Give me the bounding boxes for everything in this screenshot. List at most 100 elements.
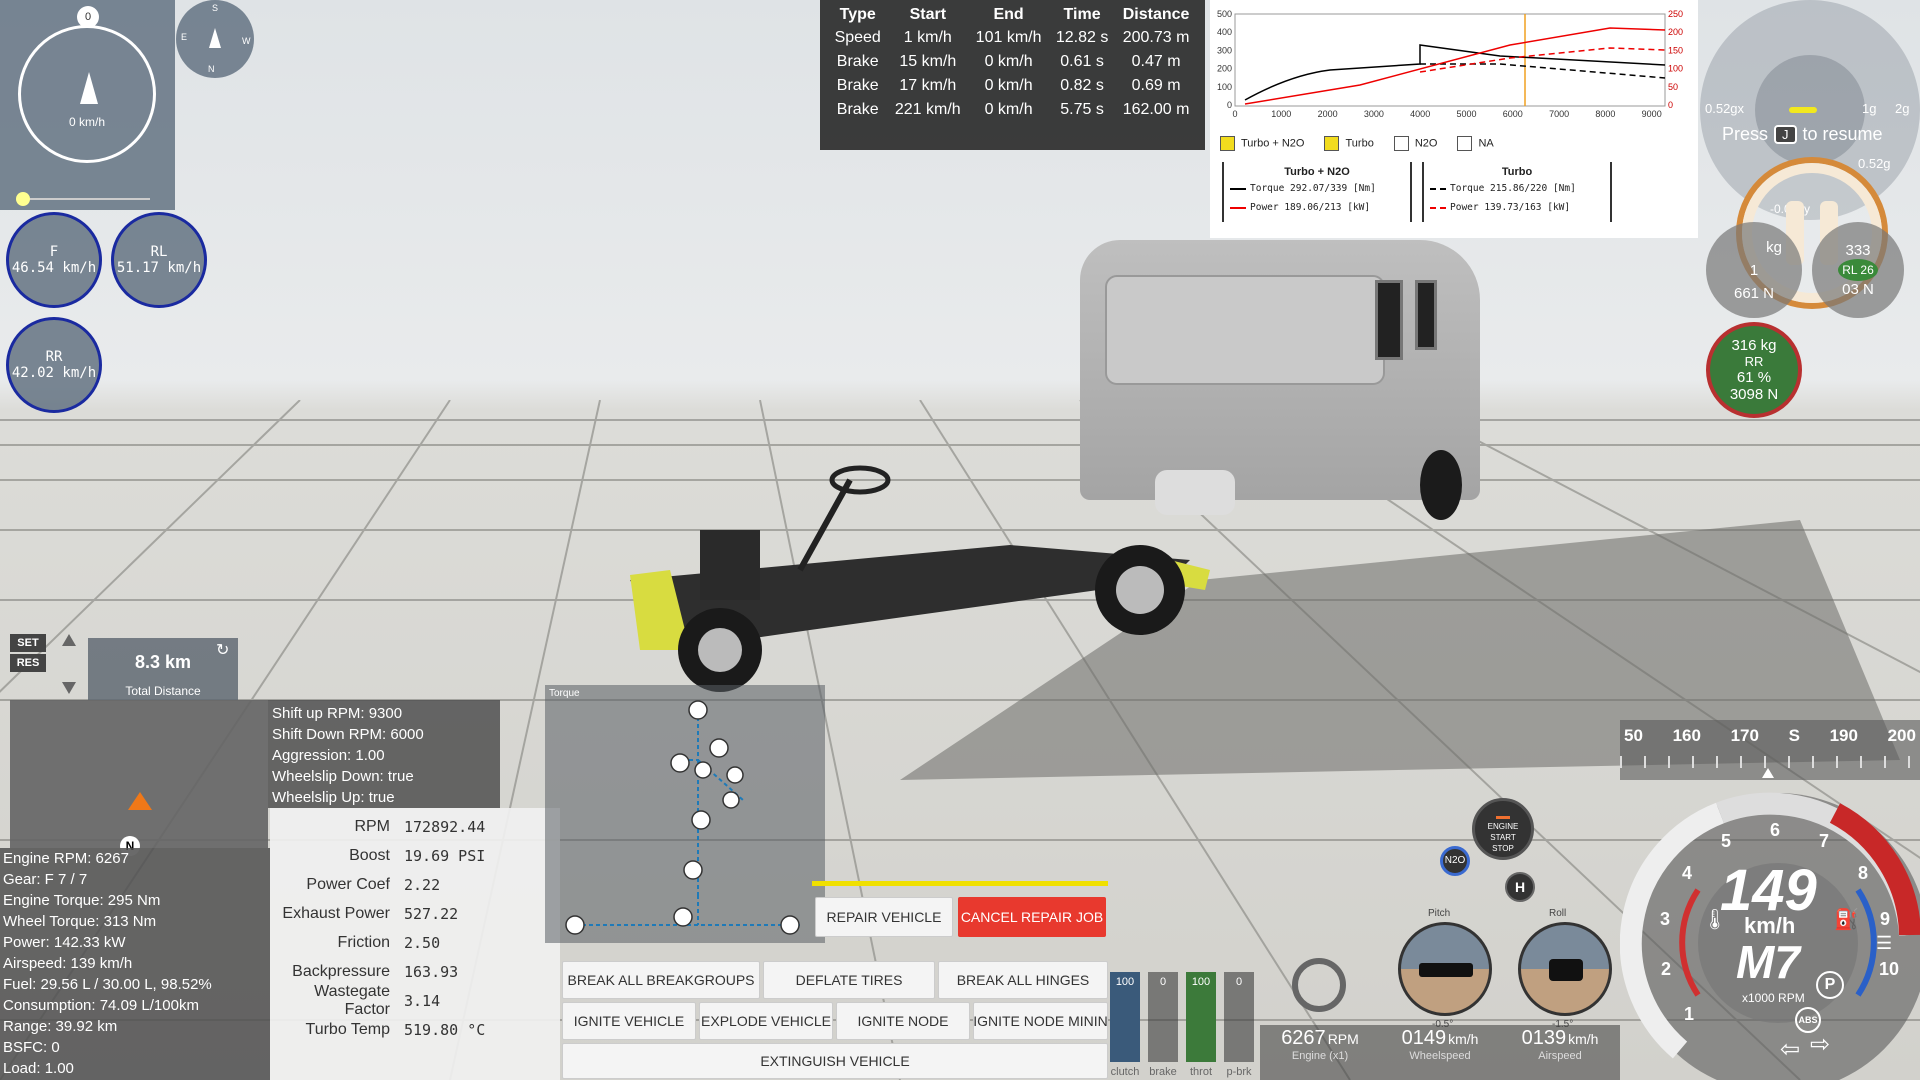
pickup-pitch-icon bbox=[1419, 963, 1473, 977]
pedal-inputs: 100 clutch 0 brake 100 throt 0 p-brk bbox=[1110, 972, 1260, 1080]
engine-start-stop-button[interactable]: ENGINE START STOP bbox=[1472, 798, 1534, 860]
graph-filter-checkbox[interactable]: N2O bbox=[1393, 136, 1437, 151]
stats-cell: Brake bbox=[836, 101, 879, 118]
stats-cell: 15 km/h bbox=[899, 53, 957, 70]
checkbox-label: NA bbox=[1478, 137, 1494, 150]
turbo-stat-key: Backpressure bbox=[292, 962, 390, 980]
checkbox-icon[interactable] bbox=[1324, 136, 1340, 151]
powertrain-diagram bbox=[565, 700, 800, 935]
turbo-stat-value: 163.93 bbox=[404, 962, 459, 981]
checkbox-icon[interactable] bbox=[1220, 136, 1235, 151]
legend-line-icon bbox=[1230, 206, 1246, 209]
graph-tick-label: 250 bbox=[1668, 9, 1683, 19]
ignite-node-min-button[interactable]: IGNITE NODE MININ bbox=[973, 1002, 1108, 1040]
legend-power-row: Power 139.73/163 [kW] bbox=[1430, 198, 1604, 217]
shift-info-line: Shift up RPM: 9300 bbox=[272, 705, 403, 722]
stats-cell: 0 km/h bbox=[984, 101, 1033, 118]
tire-gauge-label: F bbox=[49, 244, 59, 260]
stats-cell: 1 km/h bbox=[903, 29, 952, 46]
wheel-load-fr: 333 RL 26 03 N bbox=[1812, 222, 1904, 318]
pedal-p-brk: 0 p-brk bbox=[1224, 972, 1254, 1078]
pitch-dial bbox=[1398, 922, 1492, 1016]
speedo-gear: M7 bbox=[1736, 936, 1800, 988]
break-hinges-button[interactable]: BREAK ALL HINGES bbox=[938, 961, 1108, 999]
pitch-value: -0.5° bbox=[1432, 1019, 1454, 1030]
tire-gauge-label: RL bbox=[150, 244, 168, 260]
turbo-stat-value: 3.14 bbox=[404, 991, 441, 1010]
player-marker-icon bbox=[128, 792, 152, 810]
speedo-tick-label: 1 bbox=[1684, 1004, 1695, 1024]
headlight-icon: ☰ bbox=[1876, 933, 1893, 953]
cruise-res-button[interactable]: RES bbox=[10, 654, 46, 672]
repair-vehicle-button[interactable]: REPAIR VEHICLE bbox=[815, 897, 953, 937]
heading-ticks bbox=[1620, 756, 1920, 768]
tire-gauge-front: F 46.54 km/h bbox=[6, 212, 102, 308]
stats-row: Brake 17 km/h 0 km/h 0.82 s 0.69 m bbox=[828, 74, 1197, 98]
engine-stat-line: Wheel Torque: 313 Nm bbox=[3, 913, 157, 930]
turbo-stat-value: 172892.44 bbox=[404, 817, 486, 836]
engine-stat-line: Airspeed: 139 km/h bbox=[3, 955, 133, 972]
stats-cell: 17 km/h bbox=[899, 77, 957, 94]
stats-cell: 12.82 s bbox=[1055, 29, 1109, 46]
readout-main: 0139 km/h bbox=[1500, 1027, 1620, 1050]
ignite-node-button[interactable]: IGNITE NODE bbox=[836, 1002, 970, 1040]
stats-cell: 101 km/h bbox=[975, 29, 1042, 46]
speedo-tick-label: 10 bbox=[1879, 959, 1900, 979]
gforce-1g: 1g bbox=[1862, 101, 1877, 116]
ignite-vehicle-button[interactable]: IGNITE VEHICLE bbox=[562, 1002, 696, 1040]
turbo-stat-key: RPM bbox=[354, 817, 390, 835]
checkbox-icon[interactable] bbox=[1393, 136, 1409, 151]
break-breakgroups-button[interactable]: BREAK ALL BREAKGROUPS bbox=[562, 961, 760, 999]
zoom-slider[interactable] bbox=[20, 198, 150, 200]
legend-title: Turbo + N2O bbox=[1284, 166, 1350, 178]
stats-cell: 0 km/h bbox=[984, 77, 1033, 94]
readout-value: 6267 bbox=[1281, 1027, 1326, 1049]
stats-row: Speed 1 km/h 101 km/h 12.82 s 200.73 m bbox=[828, 26, 1197, 50]
turbo-stat-row: Friction 2.50 bbox=[270, 928, 560, 957]
graph-tick-label: 300 bbox=[1217, 45, 1232, 55]
nav-speed: 0 km/h bbox=[68, 115, 105, 129]
pedal-clutch: 100 clutch bbox=[1110, 972, 1140, 1078]
extinguish-vehicle-button[interactable]: EXTINGUISH VEHICLE bbox=[562, 1043, 1108, 1079]
graph-filter-checkbox[interactable]: Turbo bbox=[1324, 136, 1374, 151]
minimap: N bbox=[10, 700, 268, 856]
speedo-tick-label: 8 bbox=[1858, 863, 1869, 883]
engine-stat-line: Engine RPM: 6267 bbox=[3, 850, 129, 867]
cruise-up-icon[interactable] bbox=[62, 634, 76, 646]
graph-tick-label: 0 bbox=[1232, 109, 1237, 119]
nos-button[interactable]: N2O bbox=[1440, 846, 1470, 876]
stats-cell: 200.73 m bbox=[1122, 29, 1190, 46]
checkbox-icon[interactable] bbox=[1457, 136, 1473, 151]
heading-label: 160 bbox=[1672, 726, 1701, 745]
cruise-set-button[interactable]: SET bbox=[10, 634, 46, 652]
zoom-slider-handle[interactable] bbox=[16, 192, 30, 206]
gforce-left: 0.52gx bbox=[1705, 101, 1745, 116]
checkbox-label: Turbo + N2O bbox=[1241, 137, 1305, 150]
cancel-repair-button[interactable]: CANCEL REPAIR JOB bbox=[958, 897, 1106, 937]
graph-tick-label: 5000 bbox=[1456, 109, 1476, 119]
graph-filter-checkbox[interactable]: Turbo + N2O bbox=[1220, 136, 1304, 151]
roll-label: Roll bbox=[1549, 908, 1567, 919]
readout-value: 0149 bbox=[1401, 1027, 1447, 1049]
resume-prompt: Press J to resume bbox=[1722, 124, 1883, 145]
bottom-readout-bar: 6267 RPM Engine (x1) 0149 km/h Wheelspeed 0139… bbox=[1260, 1025, 1620, 1080]
cruise-down-icon[interactable] bbox=[62, 682, 76, 694]
gforce-dot bbox=[1789, 107, 1817, 113]
deflate-tires-button[interactable]: DEFLATE TIRES bbox=[763, 961, 935, 999]
pedal-brake: 0 brake bbox=[1148, 972, 1178, 1078]
bottom-readout: 0149 km/h Wheelspeed bbox=[1380, 1027, 1500, 1062]
stats-cell: 0.47 m bbox=[1131, 53, 1181, 70]
trip-reset-icon[interactable]: ↻ bbox=[216, 640, 229, 660]
engine-stat-line: Engine Torque: 295 Nm bbox=[3, 892, 161, 909]
heading-label: 170 bbox=[1730, 726, 1759, 745]
graph-tick-label: 500 bbox=[1217, 9, 1232, 19]
hill-assist-button[interactable]: H bbox=[1505, 872, 1535, 902]
graph-filter-checkbox[interactable]: NA bbox=[1457, 136, 1494, 151]
turbo-stat-row: Power Coef 2.22 bbox=[270, 870, 560, 899]
tire-gauge-value: 46.54 km/h bbox=[11, 260, 97, 276]
pitch-label: Pitch bbox=[1428, 908, 1451, 919]
speedo-tick-label: 7 bbox=[1819, 831, 1830, 851]
legend-title: Turbo bbox=[1501, 166, 1533, 178]
explode-vehicle-button[interactable]: EXPLODE VEHICLE bbox=[699, 1002, 833, 1040]
heading-label: 200 bbox=[1887, 726, 1916, 745]
